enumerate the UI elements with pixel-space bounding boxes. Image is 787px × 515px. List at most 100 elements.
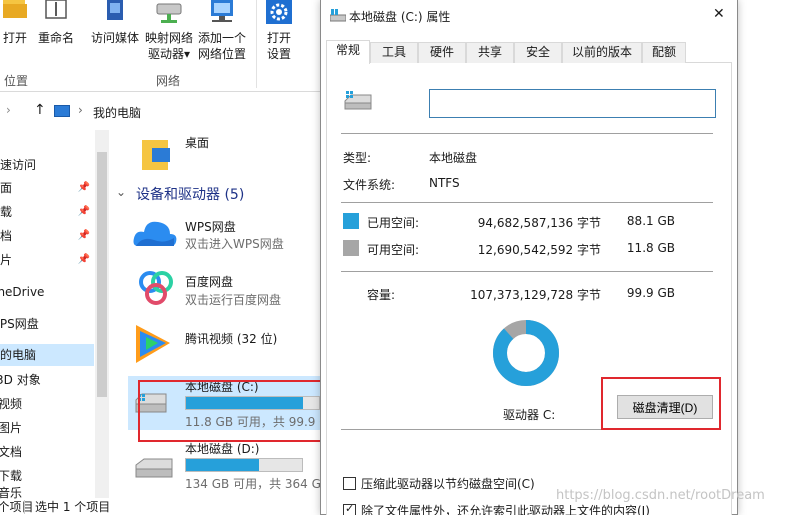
- free-space-gb: 11.8 GB: [626, 241, 675, 255]
- used-space-label: 已用空间:: [367, 216, 420, 230]
- used-space-gb: 88.1 GB: [626, 214, 675, 228]
- highlight-box-cleanup: [601, 377, 721, 430]
- up-arrow-icon[interactable]: ↑: [34, 102, 46, 118]
- divider: [341, 202, 713, 203]
- rename-icon: [42, 0, 70, 26]
- wps-subtitle: 双击进入WPS网盘: [185, 237, 284, 251]
- nav-item-pictures[interactable]: 图片📌: [0, 249, 94, 271]
- nav-item-documents[interactable]: 文档📌: [0, 225, 94, 247]
- filesystem-label: 文件系统:: [343, 178, 396, 192]
- watermark: https://blog.csdn.net/rootDream: [556, 488, 765, 503]
- index-checkbox[interactable]: ✓: [343, 502, 356, 515]
- status-separator: [24, 500, 25, 514]
- nav-item-downloads[interactable]: 下载📌: [0, 201, 94, 223]
- type-label: 类型:: [343, 151, 372, 165]
- usage-donut-chart: [493, 320, 559, 386]
- wps-title[interactable]: WPS网盘: [185, 218, 236, 235]
- map-network-drive-icon: [155, 0, 183, 26]
- index-label: 除了文件属性外，还允许索引此驱动器上文件的内容(I): [361, 504, 650, 515]
- tab-previous-versions[interactable]: 以前的版本: [562, 42, 642, 63]
- capacity-bytes: 107,373,129,728 字节: [470, 288, 601, 302]
- nav-item-music[interactable]: 音乐: [0, 486, 94, 500]
- tab-sharing[interactable]: 共享: [466, 42, 514, 63]
- selected-count: 选中 1 个项目: [35, 500, 111, 514]
- drive-d-subtitle: 134 GB 可用，共 364 GB: [185, 477, 330, 491]
- breadcrumb-separator-icon: ›: [78, 103, 83, 117]
- properties-dialog: 本地磁盘 (C:) 属性 ✕ 常规 工具 硬件 共享 安全 以前的版本 配额 类…: [320, 0, 738, 515]
- close-icon[interactable]: ✕: [713, 6, 725, 22]
- tab-security[interactable]: 安全: [514, 42, 562, 63]
- group-label-location: 位置: [4, 74, 29, 88]
- navigation-pane: 快速访问 桌面📌 下载📌 文档📌 图片📌 OneDrive WPS网盘 我的电脑…: [0, 128, 110, 500]
- scrollbar-thumb[interactable]: [97, 152, 107, 397]
- add-network-location-button[interactable]: 添加一个 网络位置: [196, 0, 248, 62]
- filesystem-value: NTFS: [429, 176, 460, 190]
- navigation-scrollbar[interactable]: [95, 130, 109, 498]
- check-icon: ✓: [345, 502, 355, 515]
- drive-d-icon: [134, 455, 174, 484]
- donut-used-segment: [493, 320, 559, 386]
- computer-icon: [54, 105, 70, 117]
- section-header[interactable]: 设备和驱动器 (5): [136, 184, 244, 204]
- media-access-icon: [101, 0, 129, 26]
- drive-d-title[interactable]: 本地磁盘 (D:): [185, 440, 259, 457]
- network-location-icon: [208, 0, 236, 26]
- capacity-label: 容量:: [367, 288, 396, 302]
- free-space-bytes: 12,690,542,592 字节: [477, 243, 601, 257]
- ribbon-separator: [256, 0, 257, 88]
- group-label-network: 网络: [156, 74, 181, 88]
- wps-cloud-icon: [132, 216, 178, 253]
- open-settings-button[interactable]: 打开 设置: [262, 0, 296, 62]
- back-chevron-icon[interactable]: ›: [6, 103, 11, 117]
- nav-item-videos[interactable]: 视频: [0, 393, 94, 415]
- used-space-swatch: [343, 213, 359, 229]
- map-network-drive-button[interactable]: 映射网络 驱动器▾: [144, 0, 194, 62]
- content-pane: 桌面 ⌄ 设备和驱动器 (5) WPS网盘 双击进入WPS网盘 百度网盘 双击运…: [112, 128, 337, 500]
- dialog-titlebar[interactable]: 本地磁盘 (C:) 属性 ✕: [321, 0, 737, 32]
- baidu-netdisk-icon: [136, 268, 176, 311]
- rename-button[interactable]: 重命名: [36, 0, 76, 46]
- nav-item-onedrive[interactable]: OneDrive: [0, 281, 94, 303]
- divider: [341, 133, 713, 134]
- nav-item-pictures-pc[interactable]: 图片: [0, 417, 94, 439]
- nav-item-3d-objects[interactable]: 3D 对象: [0, 369, 94, 391]
- breadcrumb-current[interactable]: 我的电脑: [93, 104, 141, 121]
- nav-item-desktop[interactable]: 桌面📌: [0, 177, 94, 199]
- drive-title-icon: [329, 9, 347, 26]
- nav-item-this-pc[interactable]: 我的电脑: [0, 344, 94, 366]
- open-button[interactable]: 打开: [0, 0, 30, 46]
- address-bar[interactable]: › ↑ › 我的电脑: [0, 99, 320, 127]
- ribbon: 打开 重命名 访问媒体 映射网络 驱动器▾ 添加一个 网络位置 打开 设置 位置…: [0, 0, 320, 92]
- drive-letter-label: 驱动器 C:: [503, 408, 556, 422]
- tencent-title[interactable]: 腾讯视频 (32 位): [185, 330, 277, 347]
- media-access-button[interactable]: 访问媒体: [90, 0, 140, 46]
- drive-d-usage-fill: [186, 459, 260, 471]
- dialog-title: 本地磁盘 (C:) 属性: [349, 10, 451, 24]
- highlight-box-drive-c: [138, 380, 328, 442]
- chevron-down-icon[interactable]: ⌄: [116, 185, 126, 199]
- drive-large-icon: [343, 91, 373, 116]
- compress-checkbox[interactable]: [343, 477, 356, 490]
- drive-d-usage-bar: [185, 458, 303, 472]
- volume-name-input[interactable]: [429, 89, 716, 118]
- nav-item-documents-pc[interactable]: 文档: [0, 441, 94, 463]
- nav-item-wps[interactable]: WPS网盘: [0, 313, 94, 335]
- desktop-folder-icon: [142, 134, 170, 170]
- baidu-title[interactable]: 百度网盘: [185, 273, 233, 290]
- type-value: 本地磁盘: [429, 151, 478, 165]
- capacity-gb: 99.9 GB: [626, 286, 675, 300]
- general-panel: 类型: 本地磁盘 文件系统: NTFS 已用空间: 94,682,587,136…: [326, 63, 732, 515]
- tab-strip: 常规 工具 硬件 共享 安全 以前的版本 配额: [326, 40, 732, 64]
- tab-general[interactable]: 常规: [326, 40, 370, 64]
- open-folder-icon: [1, 0, 29, 26]
- status-bar: 5 个项目 选中 1 个项目: [0, 500, 320, 515]
- tencent-video-icon: [132, 323, 172, 368]
- nav-item-downloads-pc[interactable]: 下载: [0, 465, 94, 487]
- tab-tools[interactable]: 工具: [370, 42, 418, 63]
- baidu-subtitle: 双击运行百度网盘: [185, 293, 282, 307]
- tab-hardware[interactable]: 硬件: [418, 42, 466, 63]
- free-space-label: 可用空间:: [367, 243, 420, 257]
- nav-item-quick-access[interactable]: 快速访问: [0, 154, 94, 176]
- tab-quota[interactable]: 配额: [642, 42, 686, 63]
- desktop-label[interactable]: 桌面: [185, 134, 209, 151]
